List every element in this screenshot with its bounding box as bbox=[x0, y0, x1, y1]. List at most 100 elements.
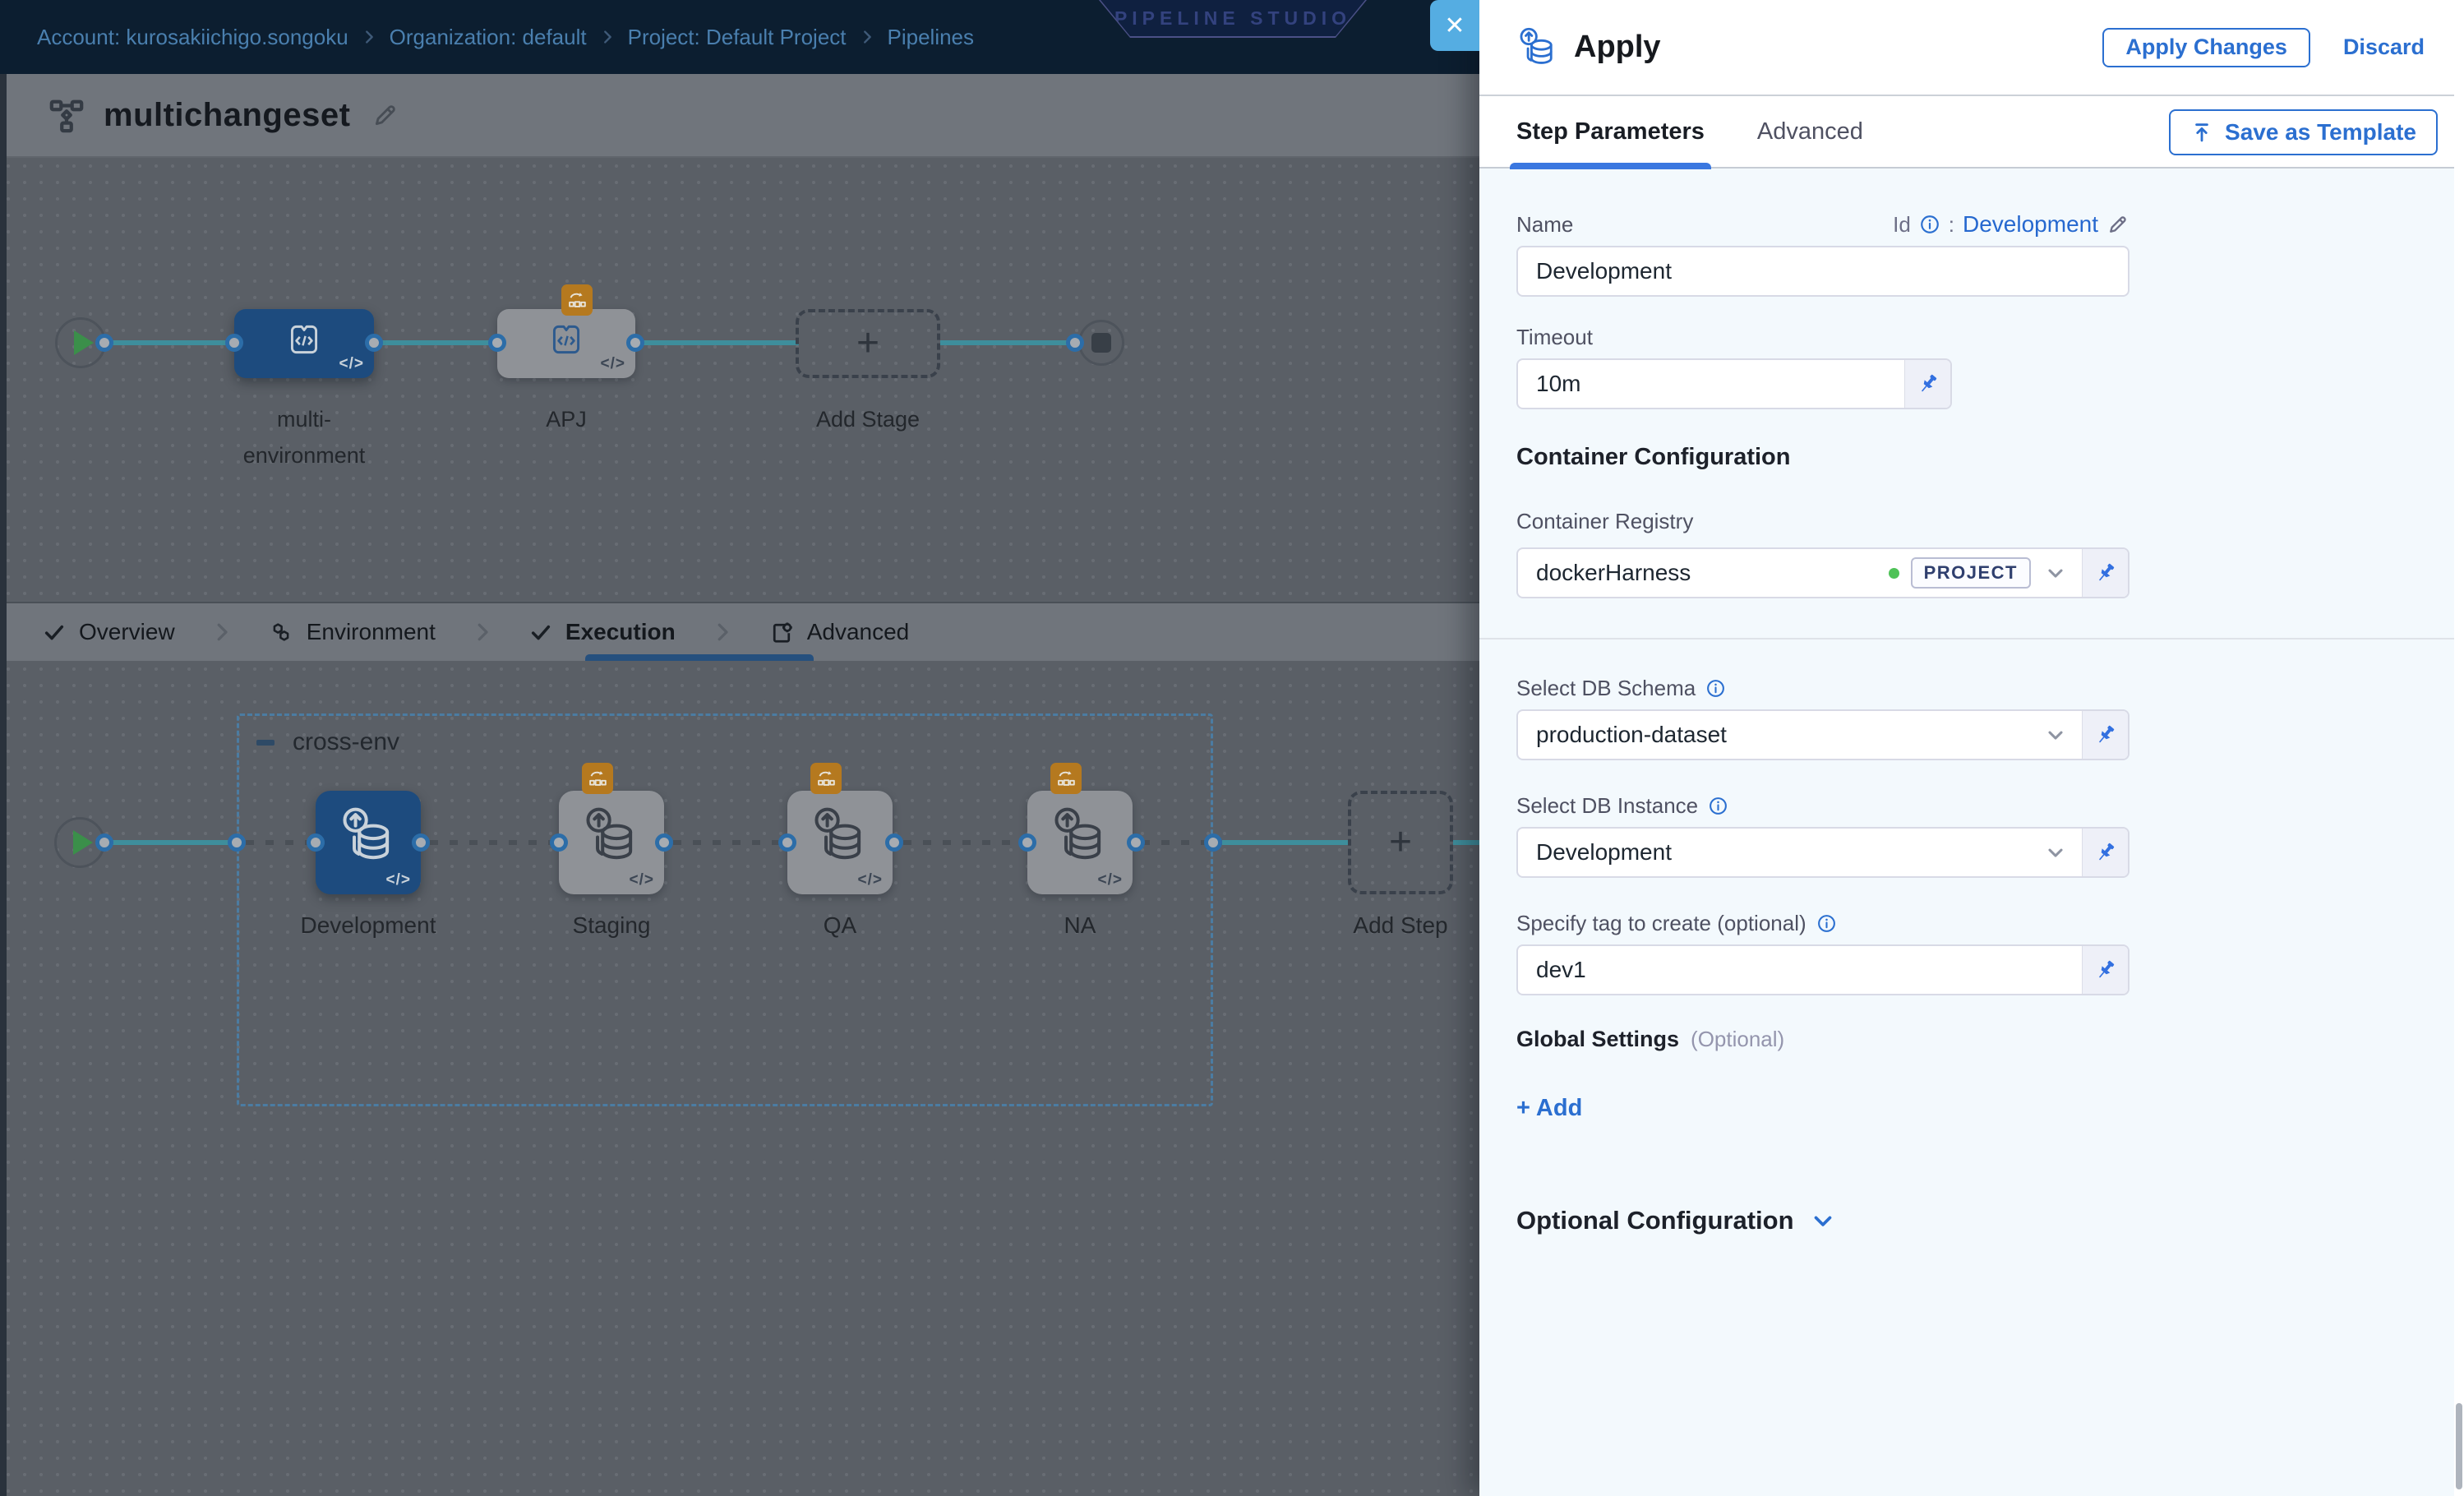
step-config-drawer: ✕ Apply Apply Changes Discard Step Param… bbox=[1479, 0, 2464, 1496]
step-parameters-form: Name Id : Development Development Timeou… bbox=[1479, 169, 2464, 1496]
name-input[interactable]: Development bbox=[1516, 246, 2129, 297]
pipeline-studio-badge-label: PIPELINE STUDIO bbox=[1100, 0, 1365, 36]
add-step-label: Add Step bbox=[1318, 907, 1483, 944]
chevron-down-icon[interactable] bbox=[2044, 561, 2067, 584]
pipeline-title-bar: multichangeset VISUAL YAML bbox=[0, 74, 1479, 158]
edge-port bbox=[365, 334, 383, 352]
code-glyph: </> bbox=[386, 871, 411, 889]
save-as-template-button[interactable]: Save as Template bbox=[2169, 109, 2438, 155]
code-glyph: </> bbox=[339, 355, 364, 373]
apply-changes-button[interactable]: Apply Changes bbox=[2102, 28, 2310, 67]
edge-port bbox=[1066, 334, 1084, 352]
add-stage-button[interactable]: + bbox=[796, 309, 940, 378]
runtime-pin-icon[interactable] bbox=[2082, 946, 2128, 994]
optional-configuration-toggle[interactable]: Optional Configuration bbox=[1516, 1206, 2464, 1235]
info-icon[interactable] bbox=[1705, 678, 1726, 699]
chevron-down-icon bbox=[1809, 1207, 1837, 1235]
scope-badge: PROJECT bbox=[1911, 557, 2031, 589]
breadcrumb-project[interactable]: Project: Default Project bbox=[628, 25, 847, 50]
play-icon bbox=[73, 830, 93, 855]
chevron-right-icon bbox=[360, 28, 378, 46]
runtime-pin-icon[interactable] bbox=[2082, 829, 2128, 876]
edge-port bbox=[655, 833, 673, 852]
chevron-down-icon[interactable] bbox=[2044, 841, 2067, 864]
add-step-button[interactable]: + bbox=[1348, 791, 1453, 894]
pipeline-end-node bbox=[1078, 320, 1124, 366]
chevron-right-icon bbox=[710, 620, 735, 644]
stage-node-multi-environment[interactable]: </> bbox=[234, 309, 374, 378]
edge-port bbox=[225, 334, 243, 352]
edge-port bbox=[228, 833, 246, 852]
chevron-right-icon bbox=[470, 620, 495, 644]
apply-db-icon bbox=[787, 791, 893, 881]
breadcrumb-account[interactable]: Account: kurosakiichigo.songoku bbox=[37, 25, 348, 50]
section-divider bbox=[1479, 638, 2464, 639]
container-registry-select[interactable]: dockerHarness PROJECT bbox=[1516, 547, 2129, 598]
runtime-pin-icon[interactable] bbox=[2082, 549, 2128, 597]
tag-label: Specify tag to create (optional) bbox=[1516, 911, 1806, 936]
scrollbar-thumb[interactable] bbox=[2456, 1403, 2462, 1489]
edge-port bbox=[1204, 833, 1222, 852]
rollback-steps-badge-icon bbox=[582, 763, 613, 794]
step-node-na[interactable]: </> bbox=[1027, 791, 1133, 894]
tab-execution[interactable]: Execution bbox=[529, 619, 676, 645]
chevron-right-icon bbox=[210, 620, 234, 644]
chevron-down-icon[interactable] bbox=[2044, 723, 2067, 746]
breadcrumb-organization[interactable]: Organization: default bbox=[390, 25, 587, 50]
upload-icon bbox=[2190, 121, 2213, 144]
db-schema-label: Select DB Schema bbox=[1516, 676, 1696, 701]
optional-hint: (Optional) bbox=[1691, 1027, 1784, 1052]
tab-advanced[interactable]: Advanced bbox=[769, 619, 910, 645]
tab-environment[interactable]: Environment bbox=[269, 619, 436, 645]
info-icon[interactable] bbox=[1708, 796, 1728, 816]
edge-port bbox=[95, 833, 113, 852]
code-glyph: </> bbox=[601, 355, 625, 373]
step-node-qa[interactable]: </> bbox=[787, 791, 893, 894]
info-icon[interactable] bbox=[1816, 913, 1837, 934]
drawer-tabs: Step Parameters Advanced Save as Templat… bbox=[1479, 96, 2464, 169]
add-global-setting-link[interactable]: + Add bbox=[1516, 1095, 2464, 1122]
db-instance-label: Select DB Instance bbox=[1516, 793, 1698, 819]
edge-dotted bbox=[903, 840, 1027, 845]
timeout-input[interactable]: 10m bbox=[1516, 358, 1952, 409]
code-glyph: </> bbox=[630, 871, 654, 889]
step-node-development[interactable]: </> bbox=[316, 791, 421, 894]
tab-step-parameters[interactable]: Step Parameters bbox=[1516, 95, 1705, 168]
runtime-pin-icon[interactable] bbox=[2082, 711, 2128, 759]
breadcrumb-pipelines[interactable]: Pipelines bbox=[888, 25, 975, 50]
step-node-staging[interactable]: </> bbox=[559, 791, 664, 894]
runtime-pin-icon[interactable] bbox=[1904, 360, 1950, 408]
stage-node-apj[interactable]: </> bbox=[497, 309, 635, 378]
execution-canvas[interactable]: cross-env </> bbox=[0, 661, 1479, 1496]
pipeline-flow-icon bbox=[48, 96, 85, 134]
edit-id-icon[interactable] bbox=[2106, 213, 2129, 236]
tab-overview[interactable]: Overview bbox=[43, 619, 175, 645]
name-label: Name bbox=[1516, 212, 1573, 238]
chevron-right-icon bbox=[598, 28, 616, 46]
stage-tabs: Overview Environment Execution Advanced bbox=[0, 602, 1479, 661]
apply-db-icon bbox=[316, 791, 421, 881]
edge bbox=[1222, 840, 1348, 845]
drawer-scrollbar[interactable] bbox=[2454, 0, 2464, 1496]
drawer-header: Apply Apply Changes Discard bbox=[1479, 0, 2464, 96]
info-icon[interactable] bbox=[1919, 214, 1940, 235]
edge-dotted bbox=[430, 840, 559, 845]
discard-button[interactable]: Discard bbox=[2343, 35, 2425, 60]
tag-input[interactable]: dev1 bbox=[1516, 944, 2129, 995]
stage-canvas[interactable]: </> </> + multi- environment APJ Add Sta… bbox=[0, 158, 1479, 602]
edge-port bbox=[626, 334, 644, 352]
db-instance-select[interactable]: Development bbox=[1516, 827, 2129, 878]
play-icon bbox=[74, 330, 94, 355]
id-label: Id bbox=[1893, 212, 1911, 238]
global-settings-heading: Global Settings bbox=[1516, 1027, 1679, 1052]
edit-pipeline-name-icon[interactable] bbox=[371, 101, 399, 129]
tab-advanced[interactable]: Advanced bbox=[1757, 95, 1863, 168]
close-drawer-button[interactable]: ✕ bbox=[1430, 0, 1479, 51]
collapse-group-icon[interactable] bbox=[256, 740, 275, 746]
edge bbox=[106, 840, 237, 845]
id-value-link[interactable]: Development bbox=[1963, 211, 2098, 238]
step-group-label: cross-env bbox=[293, 728, 399, 756]
db-schema-select[interactable]: production-dataset bbox=[1516, 709, 2129, 760]
edge-port bbox=[412, 833, 430, 852]
pipeline-title: multichangeset bbox=[104, 97, 350, 134]
